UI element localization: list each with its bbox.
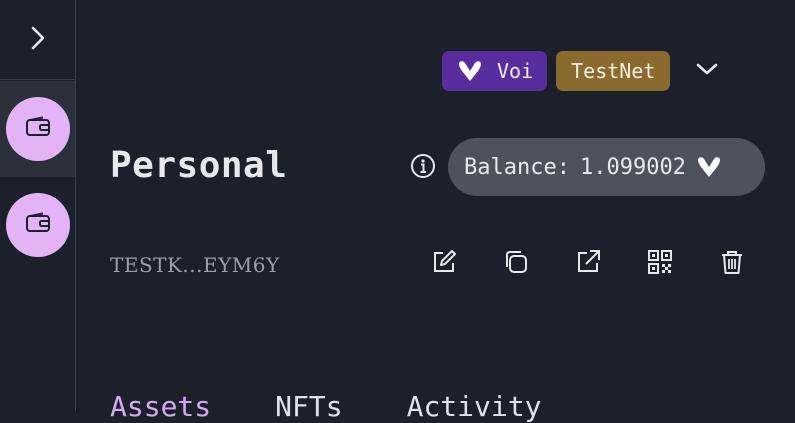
tab-activity[interactable]: Activity <box>407 390 542 423</box>
account-name: Personal <box>110 145 288 186</box>
account-actions <box>430 248 790 280</box>
balance-label: Balance: <box>464 154 570 180</box>
open-explorer-button[interactable] <box>574 248 646 280</box>
network-dropdown-button[interactable] <box>687 51 727 91</box>
copy-icon <box>502 248 530 280</box>
chain-chip[interactable]: Voi <box>442 51 548 91</box>
chevron-right-icon <box>29 25 47 55</box>
tab-assets[interactable]: Assets <box>110 390 211 423</box>
chain-label: Voi <box>497 59 534 83</box>
edit-button[interactable] <box>430 248 502 280</box>
balance-value: 1.099002 <box>579 154 686 180</box>
chevron-down-icon <box>695 61 719 81</box>
avatar <box>5 97 70 161</box>
wallet-icon <box>25 116 51 142</box>
wallet-icon <box>25 212 51 238</box>
sidebar-account-item[interactable] <box>0 177 75 273</box>
delete-account-button[interactable] <box>718 248 790 280</box>
voi-logo-icon <box>696 156 722 178</box>
tab-nfts[interactable]: NFTs <box>275 390 342 423</box>
account-address: TESTK...EYM6Y <box>110 253 280 277</box>
account-tabs: Assets NFTs Activity <box>110 390 605 423</box>
show-qr-button[interactable] <box>646 248 718 280</box>
qr-code-icon <box>646 248 674 280</box>
balance-badge: Balance: 1.099002 <box>448 138 765 196</box>
sidebar-account-item[interactable] <box>0 81 75 177</box>
network-selector: Voi TestNet <box>442 51 727 91</box>
avatar <box>5 193 70 257</box>
copy-address-button[interactable] <box>502 248 574 280</box>
sidebar <box>0 0 76 411</box>
network-label: TestNet <box>571 59 656 83</box>
voi-logo-icon <box>457 60 483 82</box>
sidebar-toggle-button[interactable] <box>0 0 75 80</box>
network-chip[interactable]: TestNet <box>556 51 671 91</box>
external-link-icon <box>574 248 602 280</box>
edit-icon <box>430 248 458 280</box>
trash-icon <box>718 248 746 280</box>
info-icon[interactable] <box>410 153 436 183</box>
